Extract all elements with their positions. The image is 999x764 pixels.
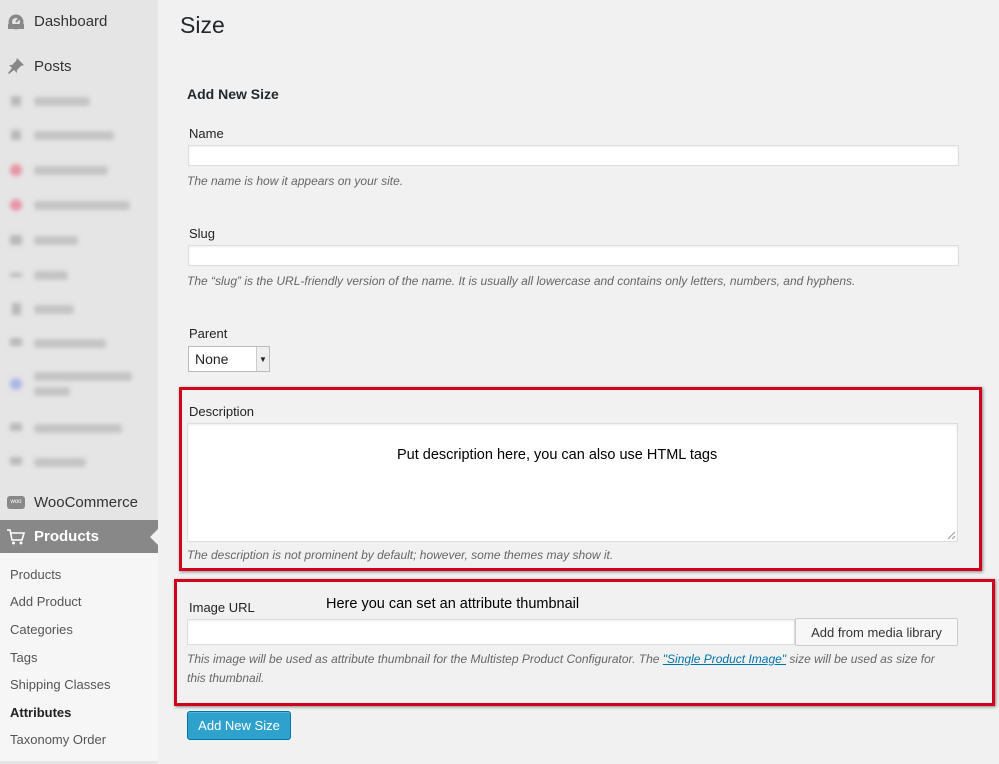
woocommerce-icon: woo	[6, 492, 26, 512]
name-help-text: The name is how it appears on your site.	[187, 174, 404, 188]
menu-label-dashboard: Dashboard	[34, 12, 108, 30]
obscured-label	[34, 372, 132, 396]
menu-label-posts: Posts	[34, 57, 72, 75]
pin-icon	[6, 125, 26, 145]
menu-item-obscured[interactable]	[0, 364, 158, 404]
menu-item-obscured[interactable]	[0, 413, 158, 443]
obscured-label	[34, 130, 114, 140]
menu-item-dashboard[interactable]: Dashboard	[0, 6, 158, 36]
slug-label: Slug	[189, 226, 216, 241]
submenu-item-shipping-classes[interactable]: Shipping Classes	[10, 677, 110, 692]
pin-icon	[6, 91, 26, 111]
cart-icon	[6, 527, 26, 547]
parent-select[interactable]: None ▼	[188, 346, 270, 372]
page-title: Size	[180, 12, 225, 38]
menu-item-products[interactable]: Products	[0, 520, 158, 553]
submenu-item-products[interactable]: Products	[10, 567, 61, 582]
plugin-icon	[6, 160, 26, 180]
menu-item-obscured[interactable]	[0, 86, 158, 116]
obscured-label	[34, 457, 86, 467]
comments-icon	[6, 333, 26, 353]
menu-item-obscured[interactable]	[0, 225, 158, 255]
obscured-label	[34, 235, 78, 245]
obscured-label	[34, 338, 106, 348]
products-submenu: Products Add Product Categories Tags Shi…	[0, 553, 158, 761]
parent-select-value: None	[195, 351, 229, 367]
obscured-label	[34, 423, 122, 433]
menu-item-obscured[interactable]	[0, 294, 158, 324]
media-icon	[6, 230, 26, 250]
pin-icon	[6, 56, 26, 76]
menu-item-obscured[interactable]	[0, 447, 158, 477]
menu-item-obscured[interactable]	[0, 328, 158, 358]
menu-item-obscured[interactable]	[0, 190, 158, 220]
obscured-label	[34, 96, 90, 106]
submenu-item-attributes[interactable]: Attributes	[10, 705, 71, 720]
current-menu-arrow	[150, 529, 158, 545]
name-label: Name	[189, 126, 224, 141]
annotation-highlight-image-url	[174, 579, 995, 706]
links-icon	[6, 265, 26, 285]
menu-label-woocommerce: WooCommerce	[34, 493, 138, 511]
admin-sidebar: Dashboard Posts woo WooCommerce Products…	[0, 0, 158, 764]
dashboard-icon	[6, 11, 26, 31]
plugin-icon	[6, 374, 26, 394]
menu-item-posts[interactable]: Posts	[0, 51, 158, 81]
menu-item-obscured[interactable]	[0, 155, 158, 185]
submenu-item-categories[interactable]: Categories	[10, 622, 73, 637]
menu-label-products: Products	[34, 528, 100, 545]
obscured-label	[34, 165, 108, 175]
submenu-item-tags[interactable]: Tags	[10, 650, 37, 665]
obscured-label	[34, 200, 130, 210]
plugin-icon	[6, 195, 26, 215]
slug-input[interactable]	[188, 245, 959, 266]
name-input[interactable]	[188, 145, 959, 166]
submenu-item-taxonomy-order[interactable]: Taxonomy Order	[10, 732, 106, 747]
obscured-label	[34, 304, 74, 314]
menu-item-obscured[interactable]	[0, 120, 158, 150]
slug-help-text: The “slug” is the URL-friendly version o…	[187, 274, 856, 288]
select-arrow-icon: ▼	[256, 347, 269, 371]
comments-icon	[6, 418, 26, 438]
submenu-item-add-product[interactable]: Add Product	[10, 594, 82, 609]
comments-icon	[6, 452, 26, 472]
pages-icon	[6, 299, 26, 319]
form-heading: Add New Size	[187, 86, 279, 102]
annotation-highlight-description	[179, 387, 982, 571]
parent-label: Parent	[189, 326, 228, 341]
add-new-size-button[interactable]: Add New Size	[187, 711, 291, 740]
obscured-label	[34, 270, 68, 280]
menu-item-obscured[interactable]	[0, 260, 158, 290]
menu-item-woocommerce[interactable]: woo WooCommerce	[0, 487, 158, 517]
